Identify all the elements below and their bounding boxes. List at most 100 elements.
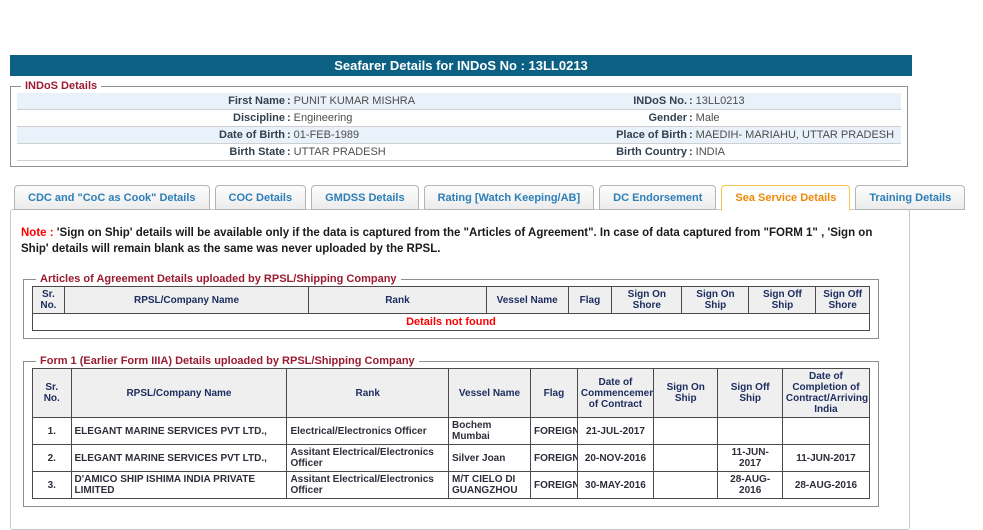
form1-legend: Form 1 (Earlier Form IIIA) Details uploa…	[40, 355, 415, 368]
field-separator: :	[287, 129, 291, 141]
tab-training[interactable]: Training Details	[855, 185, 966, 210]
column-header: Sign Off Shore	[815, 286, 870, 315]
articles-of-agreement-fieldset: Articles of Agreement Details uploaded b…	[23, 273, 879, 340]
info-field: First Name: PUNIT KUMAR MISHRA	[17, 93, 459, 109]
info-field: Birth Country: INDIA	[459, 144, 901, 160]
column-header: Sign Off Ship	[717, 368, 783, 419]
column-header: Rank	[308, 286, 487, 315]
table-cell: 21-JUL-2017	[576, 417, 655, 446]
table-cell	[653, 444, 719, 473]
column-header: Sr. No.	[32, 286, 65, 315]
info-row: First Name: PUNIT KUMAR MISHRA INDoS No.:1…	[17, 93, 901, 110]
table-cell: FOREIGN	[530, 417, 578, 446]
column-header: Flag	[530, 368, 578, 419]
column-header: Sign On Ship	[681, 286, 750, 315]
indos-details-fieldset: INDoS Details First Name: PUNIT KUMAR MIS…	[10, 80, 908, 167]
field-value: 01-FEB-1989	[293, 129, 360, 141]
field-separator: :	[287, 112, 291, 124]
tab-coc[interactable]: COC Details	[214, 185, 307, 210]
table-header-row: Sr. No. RPSL/Company Name Rank Vessel Name F…	[32, 286, 870, 315]
info-row: Date of Birth:01-FEB-1989 Place of Birth:…	[17, 127, 901, 144]
form1-table: Sr. No. RPSL/Company Name Rank Vessel Name F…	[32, 368, 871, 500]
tab-rating[interactable]: Rating [Watch Keeping/AB]	[423, 185, 595, 210]
column-header: Date of Commencement of Contract	[576, 368, 655, 419]
table-cell: 1.	[32, 417, 72, 446]
table-cell: 11-JUN-2017	[781, 444, 871, 473]
field-label: Discipline	[233, 112, 285, 124]
field-separator: :	[689, 95, 693, 107]
field-separator: :	[689, 129, 693, 141]
info-field: Date of Birth:01-FEB-1989	[17, 127, 459, 143]
field-label: Gender	[648, 112, 687, 124]
field-label: Birth Country	[616, 146, 687, 158]
table-cell: Assitant Electrical/Electronics Officer	[286, 471, 449, 500]
table-cell	[653, 471, 719, 500]
info-field: Place of Birth: MAEDIH- MARIAHU, UTTAR PR…	[459, 127, 901, 143]
table-cell: 20-NOV-2016	[576, 444, 655, 473]
note-body: 'Sign on Ship' details will be available…	[21, 227, 873, 255]
field-label: Birth State	[229, 146, 285, 158]
table-row: 2. ELEGANT MARINE SERVICES PVT LTD., Assit…	[32, 444, 871, 473]
column-header: Sr. No.	[32, 368, 72, 419]
field-value: Male	[695, 112, 720, 124]
field-value: Engineering	[293, 112, 353, 124]
field-label: Place of Birth	[616, 129, 687, 141]
table-cell: ELEGANT MARINE SERVICES PVT LTD.,	[70, 417, 288, 446]
column-header: Sign Off Ship	[748, 286, 817, 315]
field-value: 13LL0213	[695, 95, 745, 107]
page-title: Seafarer Details for INDoS No : 13LL0213	[10, 55, 912, 76]
info-field: Discipline: Engineering	[17, 110, 459, 126]
table-cell: ELEGANT MARINE SERVICES PVT LTD.,	[70, 444, 288, 473]
table-cell: Bochem Mumbai	[447, 417, 532, 446]
column-header: Sign On Shore	[611, 286, 683, 315]
info-row: Birth State: UTTAR PRADESH Birth Country: I…	[17, 144, 901, 161]
table-empty-row: Details not found	[32, 313, 870, 332]
table-cell: Assitant Electrical/Electronics Officer	[286, 444, 449, 473]
field-label: First Name	[228, 95, 285, 107]
table-row: 3. D'AMICO SHIP ISHIMA INDIA PRIVATE LIMI…	[32, 471, 871, 500]
details-not-found-message: Details not found	[32, 313, 870, 332]
table-cell: D'AMICO SHIP ISHIMA INDIA PRIVATE LIMITE…	[70, 471, 288, 500]
info-row: Discipline: Engineering Gender: Male	[17, 110, 901, 127]
field-label: INDoS No.	[633, 95, 687, 107]
field-separator: :	[689, 146, 693, 158]
column-header: Flag	[567, 286, 613, 315]
field-separator: :	[287, 95, 291, 107]
table-cell: 30-MAY-2016	[576, 471, 655, 500]
table-cell: 3.	[32, 471, 72, 500]
page: Seafarer Details for INDoS No : 13LL0213…	[0, 0, 983, 530]
field-value: MAEDIH- MARIAHU, UTTAR PRADESH	[695, 129, 895, 141]
column-header: Date of Completion of Contract/Arriving …	[781, 368, 871, 419]
info-field: Birth State: UTTAR PRADESH	[17, 144, 459, 160]
note-prefix: Note :	[21, 227, 54, 239]
tab-cdc-coc-cook[interactable]: CDC and "CoC as Cook" Details	[14, 185, 210, 210]
field-value: UTTAR PRADESH	[293, 146, 386, 158]
field-value: PUNIT KUMAR MISHRA	[293, 95, 416, 107]
tab-sea-service[interactable]: Sea Service Details	[721, 185, 851, 211]
table-cell	[781, 417, 871, 446]
articles-of-agreement-table: Sr. No. RPSL/Company Name Rank Vessel Name F…	[32, 286, 870, 332]
articles-of-agreement-legend: Articles of Agreement Details uploaded b…	[40, 273, 397, 286]
table-cell: 28-AUG-2016	[781, 471, 871, 500]
info-field: Gender: Male	[459, 110, 901, 126]
tab-content-panel: Note : 'Sign on Ship' details will be av…	[10, 209, 910, 530]
table-cell: FOREIGN	[530, 444, 578, 473]
column-header: Vessel Name	[485, 286, 569, 315]
column-header: RPSL/Company Name	[70, 368, 288, 419]
table-header-row: Sr. No. RPSL/Company Name Rank Vessel Name F…	[32, 368, 871, 419]
table-row: 1. ELEGANT MARINE SERVICES PVT LTD., Elect…	[32, 417, 871, 446]
table-cell: 11-JUN-2017	[717, 444, 783, 473]
column-header: Sign On Ship	[653, 368, 719, 419]
column-header: RPSL/Company Name	[63, 286, 310, 315]
table-cell: M/T CIELO DI GUANGZHOU	[447, 471, 532, 500]
field-separator: :	[287, 146, 291, 158]
column-header: Rank	[286, 368, 449, 419]
indos-details-legend: INDoS Details	[25, 80, 98, 92]
column-header: Vessel Name	[447, 368, 532, 419]
tab-gmdss[interactable]: GMDSS Details	[311, 185, 419, 210]
table-cell	[653, 417, 719, 446]
field-value: INDIA	[695, 146, 726, 158]
tabstrip: CDC and "CoC as Cook" Details COC Details…	[14, 185, 983, 211]
table-cell	[717, 417, 783, 446]
tab-dc-endorsement[interactable]: DC Endorsement	[599, 185, 717, 210]
